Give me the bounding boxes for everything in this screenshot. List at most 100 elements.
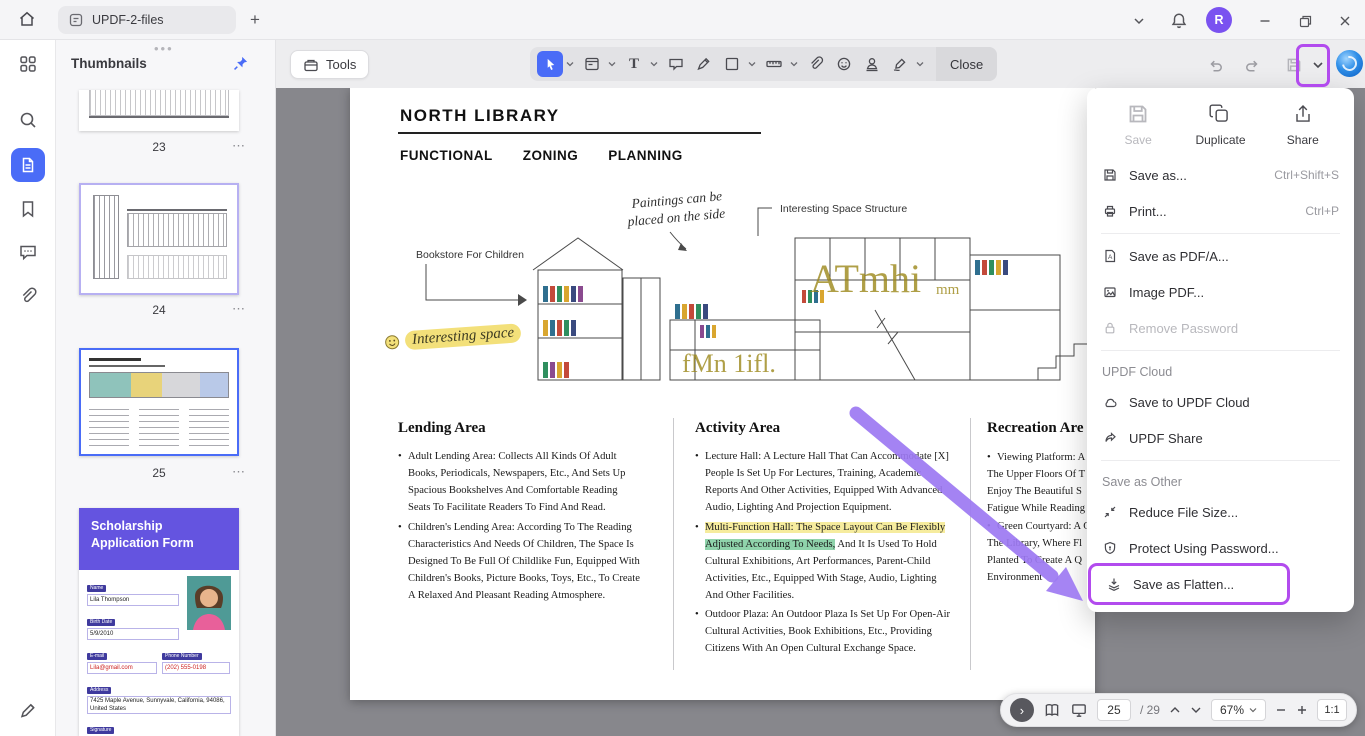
form-field-value: Lila Thompson (87, 594, 179, 606)
form-field-label: Signature (87, 727, 114, 734)
thumbnail-number: 23 (79, 140, 239, 154)
undo-icon[interactable] (1204, 53, 1228, 77)
doc-bullet: Children's Lending Area: According To Th… (398, 520, 641, 605)
garbled-text-1b: mm (936, 282, 960, 298)
activity-area-column: Activity Area Lecture Hall: A Lecture Ha… (695, 420, 953, 661)
comment-tool[interactable] (663, 51, 689, 77)
shape-tool-chevron-icon[interactable] (746, 61, 757, 67)
panel-drag-handle-icon[interactable]: ••• (154, 41, 174, 56)
sign-tool[interactable] (887, 51, 913, 77)
form-field-label: E-mail (87, 653, 107, 660)
column-heading: Recreation Are (987, 420, 1093, 437)
marker-pen-tool[interactable] (691, 51, 717, 77)
page-layout-chevron-icon[interactable] (606, 61, 617, 67)
page-number-input[interactable]: 25 (1097, 699, 1131, 721)
pdf-page[interactable]: NORTH LIBRARY FUNCTIONALZONINGPLANNING (350, 88, 1095, 700)
form-field-value: (202) 555-0198 (162, 662, 230, 674)
page-thumbnail-25-selected[interactable] (79, 348, 239, 456)
next-page-chevron-icon[interactable] (1190, 706, 1202, 714)
menu-section-updf-cloud: UPDF Cloud (1087, 355, 1354, 384)
thumbnail-menu-button[interactable]: ⋯ (232, 301, 245, 317)
svg-text:A: A (1108, 254, 1113, 261)
zoom-out-button[interactable] (1275, 704, 1287, 716)
menu-divider (1101, 460, 1340, 461)
menu-item-updf-share[interactable]: UPDF Share (1087, 420, 1354, 456)
minimize-button[interactable] (1253, 9, 1277, 33)
close-tools-button[interactable]: Close (936, 47, 997, 81)
image-icon (1102, 284, 1118, 300)
annotation-highlight-box-chevron (1296, 44, 1330, 87)
zoom-in-button[interactable] (1296, 704, 1308, 716)
measure-tool-chevron-icon[interactable] (788, 61, 799, 67)
actual-size-button[interactable]: 1:1 (1317, 699, 1347, 721)
doc-bullet: Outdoor Plaza: An Outdoor Plaza Is Set U… (695, 607, 953, 658)
comments-icon[interactable] (18, 242, 38, 262)
reading-mode-icon[interactable] (1043, 701, 1061, 719)
form-field-label: Birth Date (87, 619, 115, 626)
form-field-label: Address (87, 687, 111, 694)
menu-item-print[interactable]: Print... Ctrl+P (1087, 193, 1354, 229)
thumbnails-panel-icon[interactable] (11, 148, 45, 182)
home-icon[interactable] (17, 9, 37, 29)
screen-mode-icon[interactable] (1070, 701, 1088, 719)
menu-item-save-as-pdfa[interactable]: A Save as PDF/A... (1087, 238, 1354, 274)
attach-file-tool[interactable] (803, 51, 829, 77)
previous-page-chevron-icon[interactable] (1169, 706, 1181, 714)
garbled-text-1: ATmhi (810, 256, 921, 301)
menu-item-save-as[interactable]: Save as... Ctrl+Shift+S (1087, 157, 1354, 193)
doc-bullet: Lecture Hall: A Lecture Hall That Can Ac… (695, 449, 953, 517)
measure-tool[interactable] (761, 51, 787, 77)
page-layout-tool[interactable] (579, 51, 605, 77)
collapse-chevron-icon[interactable] (1127, 9, 1151, 33)
zoom-select[interactable]: 67% (1211, 699, 1266, 721)
page-thumbnail-23[interactable] (79, 90, 239, 131)
stamp-tool[interactable] (859, 51, 885, 77)
form-field-label: Phone Number (162, 653, 202, 660)
doc-bullet: Adult Lending Area: Collects All Kinds O… (398, 449, 641, 517)
shape-tool[interactable] (719, 51, 745, 77)
select-tool[interactable] (537, 51, 563, 77)
text-tool-chevron-icon[interactable] (648, 61, 659, 67)
page-thumbnail-form[interactable]: Scholarship Application Form Name Lila T… (79, 508, 239, 736)
doc-subheadings: FUNCTIONALZONINGPLANNING (400, 148, 683, 163)
menu-section-save-as-other: Save as Other (1087, 465, 1354, 494)
attachments-paperclip-icon[interactable] (18, 286, 38, 306)
print-icon (1102, 203, 1118, 219)
menu-item-save-as-flatten[interactable]: Save as Flatten... (1091, 566, 1287, 602)
search-icon[interactable] (18, 110, 38, 130)
menu-item-reduce-file-size[interactable]: Reduce File Size... (1087, 494, 1354, 530)
updf-ai-button[interactable] (1336, 50, 1363, 77)
new-tab-button[interactable]: + (250, 9, 260, 31)
notifications-bell-icon[interactable] (1167, 9, 1191, 33)
page-thumbnail-24[interactable] (79, 183, 239, 295)
avatar[interactable]: R (1206, 7, 1232, 33)
redo-icon[interactable] (1240, 53, 1264, 77)
document-tab[interactable]: UPDF-2-files (58, 6, 236, 34)
doc-bullet-highlighted: Multi-Function Hall: The Space Layout Ca… (695, 520, 953, 605)
apps-grid-icon[interactable] (18, 54, 38, 74)
sign-tool-chevron-icon[interactable] (914, 61, 925, 67)
close-window-button[interactable] (1333, 9, 1357, 33)
signature-pen-icon[interactable] (18, 700, 38, 720)
thumbnail-menu-button[interactable]: ⋯ (232, 464, 245, 480)
bookmark-icon[interactable] (18, 199, 38, 219)
sticker-tool[interactable] (831, 51, 857, 77)
thumbnail-menu-button[interactable]: ⋯ (232, 138, 245, 154)
editor-toolbar: Tools T (276, 40, 1365, 88)
structure-note: Interesting Space Structure (780, 203, 907, 215)
menu-item-save-to-updf-cloud[interactable]: Save to UPDF Cloud (1087, 384, 1354, 420)
text-tool[interactable]: T (621, 51, 647, 77)
column-divider (673, 418, 674, 670)
expand-statusbar-button[interactable]: › (1010, 698, 1034, 722)
menu-item-protect-using-password[interactable]: Protect Using Password... (1087, 530, 1354, 566)
thumbnails-panel: ••• Thumbnails 23 ⋯ 24 ⋯ 25 ⋯ Scho (56, 40, 276, 736)
thumbnail-number: 25 (79, 466, 239, 480)
tools-button[interactable]: Tools (290, 50, 369, 79)
share-quick-action[interactable]: Share (1268, 102, 1338, 147)
menu-item-image-pdf[interactable]: Image PDF... (1087, 274, 1354, 310)
restore-window-button[interactable] (1293, 9, 1317, 33)
form-field-label: Name (87, 585, 106, 592)
pin-panel-icon[interactable] (232, 55, 249, 72)
select-tool-chevron-icon[interactable] (564, 61, 575, 67)
duplicate-quick-action[interactable]: Duplicate (1185, 102, 1255, 147)
